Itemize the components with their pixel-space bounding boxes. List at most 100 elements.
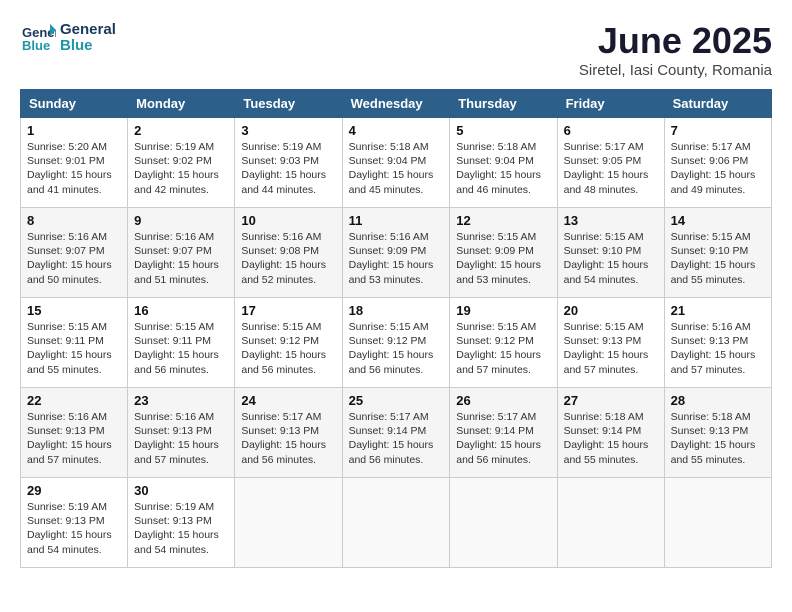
calendar-cell: 5 Sunrise: 5:18 AMSunset: 9:04 PMDaylight… <box>450 118 557 208</box>
day-number: 5 <box>456 123 550 138</box>
day-number: 4 <box>349 123 444 138</box>
day-number: 18 <box>349 303 444 318</box>
day-number: 26 <box>456 393 550 408</box>
day-number: 14 <box>671 213 765 228</box>
calendar-cell: 21 Sunrise: 5:16 AMSunset: 9:13 PMDayligh… <box>664 298 771 388</box>
day-number: 27 <box>564 393 658 408</box>
calendar-cell: 20 Sunrise: 5:15 AMSunset: 9:13 PMDayligh… <box>557 298 664 388</box>
calendar-row-5: 29 Sunrise: 5:19 AMSunset: 9:13 PMDayligh… <box>21 478 772 568</box>
calendar-cell: 30Sunrise: 5:19 AMSunset: 9:13 PMDayligh… <box>128 478 235 568</box>
calendar-table: SundayMondayTuesdayWednesdayThursdayFrid… <box>20 89 772 568</box>
calendar-cell: 27 Sunrise: 5:18 AMSunset: 9:14 PMDayligh… <box>557 388 664 478</box>
day-number: 30 <box>134 483 228 498</box>
calendar-cell: 15 Sunrise: 5:15 AMSunset: 9:11 PMDayligh… <box>21 298 128 388</box>
day-number: 15 <box>27 303 121 318</box>
day-number: 10 <box>241 213 335 228</box>
day-info: Sunrise: 5:15 AMSunset: 9:12 PMDaylight:… <box>349 321 434 376</box>
day-info: Sunrise: 5:19 AMSunset: 9:03 PMDaylight:… <box>241 141 326 196</box>
day-info: Sunrise: 5:16 AMSunset: 9:08 PMDaylight:… <box>241 231 326 286</box>
calendar-cell: 22Sunrise: 5:16 AMSunset: 9:13 PMDayligh… <box>21 388 128 478</box>
day-number: 2 <box>134 123 228 138</box>
calendar-row-3: 15 Sunrise: 5:15 AMSunset: 9:11 PMDayligh… <box>21 298 772 388</box>
day-info: Sunrise: 5:15 AMSunset: 9:09 PMDaylight:… <box>456 231 541 286</box>
calendar-cell: 17 Sunrise: 5:15 AMSunset: 9:12 PMDayligh… <box>235 298 342 388</box>
day-number: 1 <box>27 123 121 138</box>
day-info: Sunrise: 5:16 AMSunset: 9:09 PMDaylight:… <box>349 231 434 286</box>
day-info: Sunrise: 5:17 AMSunset: 9:06 PMDaylight:… <box>671 141 756 196</box>
calendar-cell: 14 Sunrise: 5:15 AMSunset: 9:10 PMDayligh… <box>664 208 771 298</box>
calendar-cell: 10 Sunrise: 5:16 AMSunset: 9:08 PMDayligh… <box>235 208 342 298</box>
day-info: Sunrise: 5:18 AMSunset: 9:04 PMDaylight:… <box>349 141 434 196</box>
day-number: 12 <box>456 213 550 228</box>
svg-text:Blue: Blue <box>22 38 50 53</box>
day-info: Sunrise: 5:15 AMSunset: 9:13 PMDaylight:… <box>564 321 649 376</box>
day-number: 6 <box>564 123 658 138</box>
col-header-tuesday: Tuesday <box>235 90 342 118</box>
calendar-cell: 24 Sunrise: 5:17 AMSunset: 9:13 PMDayligh… <box>235 388 342 478</box>
day-info: Sunrise: 5:15 AMSunset: 9:10 PMDaylight:… <box>671 231 756 286</box>
day-number: 25 <box>349 393 444 408</box>
calendar-body: 1Sunrise: 5:20 AMSunset: 9:01 PMDaylight… <box>21 118 772 568</box>
day-info: Sunrise: 5:15 AMSunset: 9:11 PMDaylight:… <box>27 321 112 376</box>
day-info: Sunrise: 5:15 AMSunset: 9:12 PMDaylight:… <box>456 321 541 376</box>
calendar-cell: 8 Sunrise: 5:16 AMSunset: 9:07 PMDaylight… <box>21 208 128 298</box>
calendar-cell: 4 Sunrise: 5:18 AMSunset: 9:04 PMDaylight… <box>342 118 450 208</box>
day-number: 19 <box>456 303 550 318</box>
calendar-header-row: SundayMondayTuesdayWednesdayThursdayFrid… <box>21 90 772 118</box>
calendar-cell <box>235 478 342 568</box>
calendar-cell <box>342 478 450 568</box>
calendar-cell: 3Sunrise: 5:19 AMSunset: 9:03 PMDaylight… <box>235 118 342 208</box>
calendar-cell: 29 Sunrise: 5:19 AMSunset: 9:13 PMDayligh… <box>21 478 128 568</box>
day-info: Sunrise: 5:17 AMSunset: 9:14 PMDaylight:… <box>349 411 434 466</box>
calendar-cell <box>557 478 664 568</box>
day-number: 21 <box>671 303 765 318</box>
day-info: Sunrise: 5:15 AMSunset: 9:12 PMDaylight:… <box>241 321 326 376</box>
calendar-row-1: 1Sunrise: 5:20 AMSunset: 9:01 PMDaylight… <box>21 118 772 208</box>
day-number: 22 <box>27 393 121 408</box>
calendar-cell: 12 Sunrise: 5:15 AMSunset: 9:09 PMDayligh… <box>450 208 557 298</box>
day-info: Sunrise: 5:18 AMSunset: 9:04 PMDaylight:… <box>456 141 541 196</box>
day-info: Sunrise: 5:17 AMSunset: 9:14 PMDaylight:… <box>456 411 541 466</box>
calendar-cell: 11 Sunrise: 5:16 AMSunset: 9:09 PMDayligh… <box>342 208 450 298</box>
calendar-cell: 6 Sunrise: 5:17 AMSunset: 9:05 PMDaylight… <box>557 118 664 208</box>
day-number: 17 <box>241 303 335 318</box>
day-number: 13 <box>564 213 658 228</box>
day-info: Sunrise: 5:18 AMSunset: 9:14 PMDaylight:… <box>564 411 649 466</box>
day-info: Sunrise: 5:19 AMSunset: 9:13 PMDaylight:… <box>27 501 112 556</box>
day-info: Sunrise: 5:16 AMSunset: 9:13 PMDaylight:… <box>671 321 756 376</box>
month-year-title: June 2025 <box>579 20 772 62</box>
calendar-cell: 1Sunrise: 5:20 AMSunset: 9:01 PMDaylight… <box>21 118 128 208</box>
day-number: 20 <box>564 303 658 318</box>
logo: General Blue General Blue <box>20 20 116 56</box>
header: General Blue General Blue June 2025 Sire… <box>20 20 772 79</box>
calendar-cell <box>450 478 557 568</box>
day-number: 24 <box>241 393 335 408</box>
logo-icon: General Blue <box>20 20 56 56</box>
calendar-row-4: 22 Sunrise: 5:16 AMSunset: 9:13 PMDayligh… <box>21 388 772 478</box>
calendar-cell: 28Sunrise: 5:18 AMSunset: 9:13 PMDayligh… <box>664 388 771 478</box>
calendar-cell: 18 Sunrise: 5:15 AMSunset: 9:12 PMDayligh… <box>342 298 450 388</box>
calendar-cell: 16Sunrise: 5:15 AMSunset: 9:11 PMDayligh… <box>128 298 235 388</box>
day-info: Sunrise: 5:16 AMSunset: 9:13 PMDaylight:… <box>134 411 219 466</box>
col-header-monday: Monday <box>128 90 235 118</box>
day-number: 29 <box>27 483 121 498</box>
col-header-wednesday: Wednesday <box>342 90 450 118</box>
day-info: Sunrise: 5:17 AMSunset: 9:13 PMDaylight:… <box>241 411 326 466</box>
calendar-cell <box>664 478 771 568</box>
calendar-cell: 13Sunrise: 5:15 AMSunset: 9:10 PMDayligh… <box>557 208 664 298</box>
col-header-sunday: Sunday <box>21 90 128 118</box>
col-header-friday: Friday <box>557 90 664 118</box>
day-info: Sunrise: 5:16 AMSunset: 9:07 PMDaylight:… <box>27 231 112 286</box>
calendar-cell: 7 Sunrise: 5:17 AMSunset: 9:06 PMDaylight… <box>664 118 771 208</box>
location-subtitle: Siretel, Iasi County, Romania <box>579 62 772 79</box>
day-number: 8 <box>27 213 121 228</box>
day-info: Sunrise: 5:17 AMSunset: 9:05 PMDaylight:… <box>564 141 649 196</box>
day-number: 11 <box>349 213 444 228</box>
day-info: Sunrise: 5:15 AMSunset: 9:11 PMDaylight:… <box>134 321 219 376</box>
day-number: 7 <box>671 123 765 138</box>
day-number: 28 <box>671 393 765 408</box>
title-area: June 2025 Siretel, Iasi County, Romania <box>579 20 772 79</box>
calendar-cell: 23Sunrise: 5:16 AMSunset: 9:13 PMDayligh… <box>128 388 235 478</box>
calendar-cell: 25 Sunrise: 5:17 AMSunset: 9:14 PMDayligh… <box>342 388 450 478</box>
calendar-cell: 2Sunrise: 5:19 AMSunset: 9:02 PMDaylight… <box>128 118 235 208</box>
